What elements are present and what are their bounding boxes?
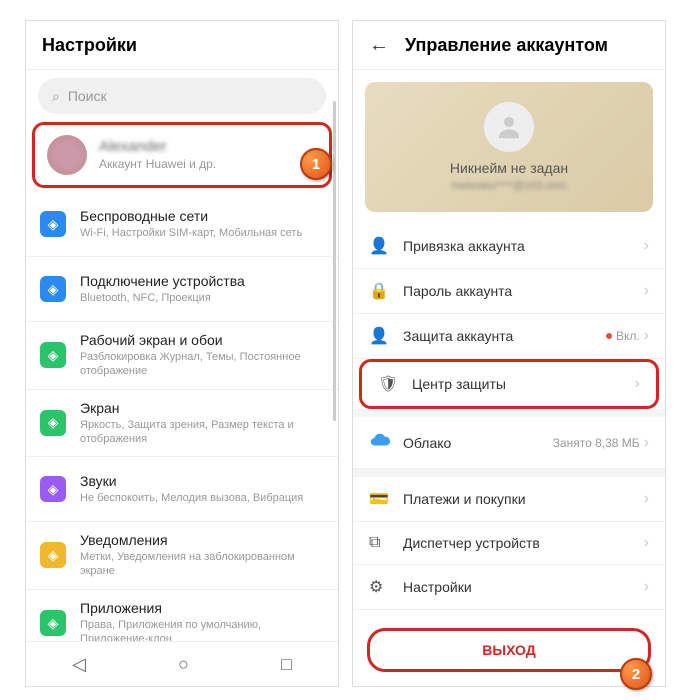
acct-item[interactable]: 👤Защита аккаунтаВкл.› xyxy=(353,314,665,359)
item-icon: ◈ xyxy=(40,542,66,568)
settings-item[interactable]: ◈Беспроводные сетиWi-Fi, Настройки SIM-к… xyxy=(26,192,338,257)
acct-mgmt-title: Управление аккаунтом xyxy=(405,35,608,56)
acct-item[interactable]: 💳Платежи и покупки› xyxy=(353,477,665,522)
settings-screen: Настройки ⌕ Поиск Alexander Аккаунт Huaw… xyxy=(25,20,339,687)
scrollbar[interactable] xyxy=(333,101,336,421)
item-icon: 💳 xyxy=(369,489,389,509)
settings-item[interactable]: ◈ЭкранЯркость, Защита зрения, Размер тек… xyxy=(26,390,338,458)
settings-item[interactable]: ◈Подключение устройстваBluetooth, NFC, П… xyxy=(26,257,338,322)
chevron-right-icon: › xyxy=(644,282,649,300)
item-icon: 🔒 xyxy=(369,281,389,301)
item-icon: 👤 xyxy=(369,236,389,256)
item-icon: ◈ xyxy=(40,276,66,302)
search-icon: ⌕ xyxy=(52,88,60,105)
chevron-right-icon: › xyxy=(644,578,649,596)
acct-item[interactable]: 🔒Пароль аккаунта› xyxy=(353,269,665,314)
account-row[interactable]: Alexander Аккаунт Huawei и др. › xyxy=(32,122,332,188)
divider xyxy=(353,409,665,417)
recent-nav-icon[interactable]: □ xyxy=(281,654,292,675)
settings-item[interactable]: ◈ЗвукиНе беспокоить, Мелодия вызова, Виб… xyxy=(26,457,338,522)
back-icon[interactable]: ← xyxy=(369,34,389,57)
right-header: ← Управление аккаунтом xyxy=(353,21,665,70)
nickname-label: Никнейм не задан xyxy=(450,160,568,176)
cloud-item[interactable]: ОблакоЗанято 8,38 МБ› xyxy=(353,417,665,469)
chevron-right-icon: › xyxy=(644,534,649,552)
settings-title: Настройки xyxy=(42,35,137,56)
search-placeholder: Поиск xyxy=(68,88,107,104)
item-icon: ◈ xyxy=(40,410,66,436)
avatar xyxy=(47,135,87,175)
acct-item[interactable]: ⚙Настройки› xyxy=(353,565,665,610)
settings-item[interactable]: ◈УведомленияМетки, Уведомления на заблок… xyxy=(26,522,338,590)
chevron-right-icon: › xyxy=(644,490,649,508)
callout-badge-1: 1 xyxy=(300,148,332,180)
logout-button[interactable]: ВЫХОД xyxy=(367,628,651,672)
acct-item[interactable]: 👤Привязка аккаунта› xyxy=(353,224,665,269)
account-sub: Аккаунт Huawei и др. xyxy=(99,157,216,173)
profile-card[interactable]: Никнейм не задан hwtesteu****@163.com xyxy=(365,82,653,212)
profile-avatar xyxy=(484,102,534,152)
item-icon: ◈ xyxy=(40,476,66,502)
email-label: hwtesteu****@163.com xyxy=(452,180,567,192)
home-nav-icon[interactable]: ○ xyxy=(178,654,189,675)
left-header: Настройки xyxy=(26,21,338,70)
callout-badge-2: 2 xyxy=(620,658,652,690)
item-icon: 🛡 xyxy=(378,374,398,394)
acct-item[interactable]: ⧉Диспетчер устройств› xyxy=(353,522,665,565)
acct-item[interactable]: 🛡Центр защиты› xyxy=(359,359,659,409)
alert-dot xyxy=(606,333,612,339)
nav-bar: ◁ ○ □ xyxy=(26,641,338,686)
chevron-right-icon: › xyxy=(644,434,649,452)
item-icon: ◈ xyxy=(40,342,66,368)
chevron-right-icon: › xyxy=(644,327,649,345)
account-name: Alexander xyxy=(99,138,216,155)
item-icon: ⚙ xyxy=(369,577,389,597)
item-icon: ◈ xyxy=(40,610,66,636)
back-nav-icon[interactable]: ◁ xyxy=(72,654,86,675)
cloud-icon xyxy=(369,429,389,456)
account-mgmt-screen: ← Управление аккаунтом Никнейм не задан … xyxy=(352,20,666,687)
settings-item[interactable]: ◈Рабочий экран и обоиРазблокировка Журна… xyxy=(26,322,338,390)
divider xyxy=(353,469,665,477)
chevron-right-icon: › xyxy=(635,375,640,393)
item-icon: ◈ xyxy=(40,211,66,237)
chevron-right-icon: › xyxy=(644,237,649,255)
item-icon: ⧉ xyxy=(369,534,389,552)
search-field[interactable]: ⌕ Поиск xyxy=(38,78,326,114)
item-icon: 👤 xyxy=(369,326,389,346)
